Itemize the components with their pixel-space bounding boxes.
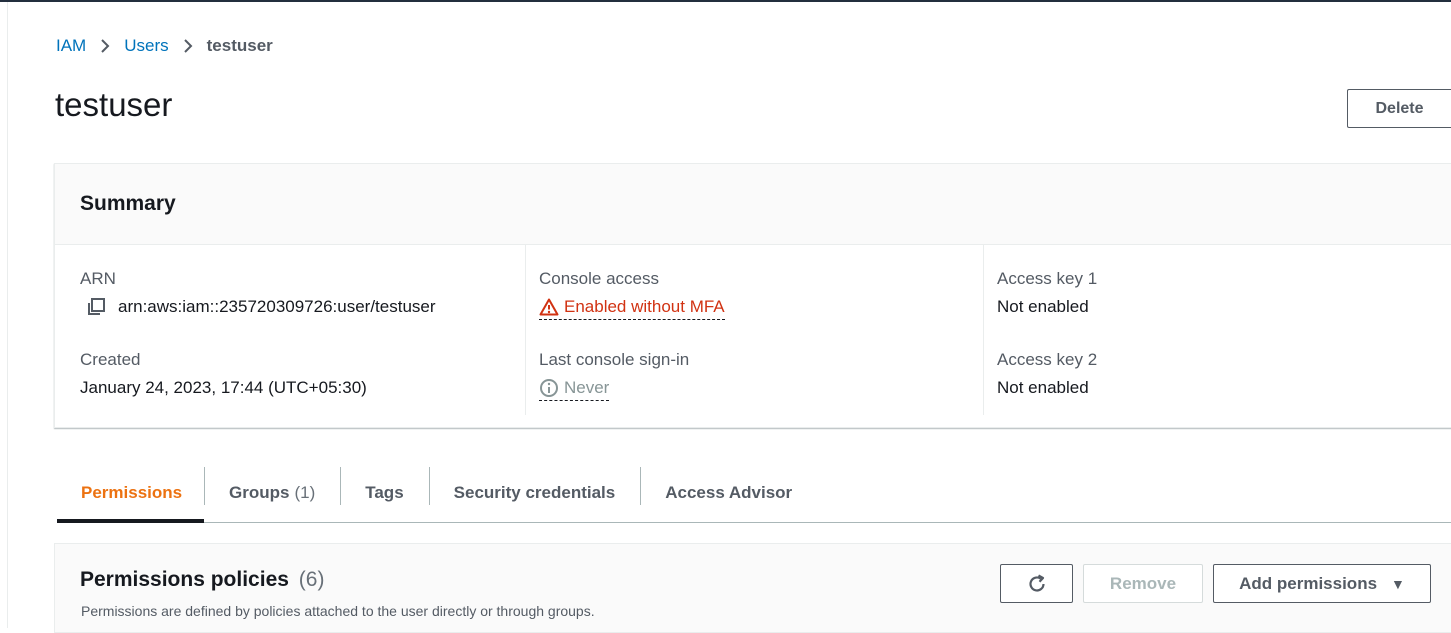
remove-button[interactable]: Remove <box>1083 564 1203 603</box>
caret-down-icon: ▼ <box>1391 575 1405 592</box>
breadcrumb-iam-link[interactable]: IAM <box>56 36 86 56</box>
arn-label: ARN <box>80 269 116 288</box>
console-access-row: Enabled without MFA <box>539 297 725 320</box>
tab-groups[interactable]: Groups (1) <box>204 463 340 522</box>
chevron-right-icon <box>183 38 193 54</box>
breadcrumb: IAM Users testuser <box>56 36 273 56</box>
tab-label: Tags <box>365 482 404 502</box>
add-permissions-label: Add permissions <box>1239 573 1378 593</box>
chevron-right-icon <box>100 38 110 54</box>
console-access-label: Console access <box>539 269 660 288</box>
created-value: January 24, 2023, 17:44 (UTC+05:30) <box>80 378 367 397</box>
side-rail <box>0 2 8 628</box>
summary-column-console: Console access Enabled without MFA Last … <box>525 245 983 415</box>
tab-tags[interactable]: Tags <box>340 463 428 522</box>
summary-title: Summary <box>80 192 176 215</box>
access-key1-label: Access key 1 <box>997 269 1098 288</box>
delete-button[interactable]: Delete <box>1347 89 1451 128</box>
warning-icon <box>539 298 559 316</box>
last-signin-status-link[interactable]: Never <box>539 378 610 401</box>
tab-count: (1) <box>294 482 316 502</box>
policies-title: Permissions policies (6) <box>80 568 324 592</box>
access-key2-label: Access key 2 <box>997 350 1098 369</box>
policies-description: Permissions are defined by policies atta… <box>81 603 595 619</box>
permissions-policies-panel: Permissions policies (6) Permissions are… <box>54 543 1451 633</box>
summary-header: Summary <box>55 164 1451 245</box>
tab-access-advisor[interactable]: Access Advisor <box>640 463 817 522</box>
tab-label: Permissions <box>81 482 183 502</box>
tab-permissions[interactable]: Permissions <box>57 463 204 523</box>
refresh-button[interactable] <box>1000 564 1073 603</box>
summary-column-access-keys: Access key 1 Not enabled Access key 2 No… <box>983 245 1443 415</box>
add-permissions-button[interactable]: Add permissions ▼ <box>1213 564 1431 603</box>
created-label: Created <box>80 350 141 369</box>
policies-title-text: Permissions policies <box>80 568 289 591</box>
copy-icon[interactable] <box>86 297 106 317</box>
breadcrumb-users-link[interactable]: Users <box>124 36 168 56</box>
access-key2-value: Not enabled <box>997 378 1089 397</box>
console-access-value: Enabled without MFA <box>564 297 725 316</box>
summary-column-identity: ARN arn:aws:iam::235720309726:user/testu… <box>80 245 525 415</box>
tab-label: Access Advisor <box>665 482 793 502</box>
tab-label: Security credentials <box>453 482 616 502</box>
last-signin-value: Never <box>564 378 610 397</box>
arn-value: arn:aws:iam::235720309726:user/testuser <box>118 297 436 316</box>
info-icon <box>539 378 559 398</box>
page-title: testuser <box>55 86 173 123</box>
refresh-icon <box>1026 573 1048 595</box>
access-key1-value: Not enabled <box>997 297 1089 316</box>
policies-count: (6) <box>298 568 325 591</box>
user-tabs: Permissions Groups (1) Tags Security cre… <box>57 463 1451 523</box>
summary-body: ARN arn:aws:iam::235720309726:user/testu… <box>55 245 1451 428</box>
arn-value-row: arn:aws:iam::235720309726:user/testuser <box>80 297 436 317</box>
tab-security-credentials[interactable]: Security credentials <box>428 463 641 522</box>
top-border <box>0 0 1451 2</box>
breadcrumb-current: testuser <box>206 36 273 55</box>
last-signin-row: Never <box>539 378 610 401</box>
summary-panel: Summary ARN arn:aws:iam::235720309726:us… <box>54 163 1451 428</box>
last-signin-label: Last console sign-in <box>539 350 690 369</box>
console-access-status-link[interactable]: Enabled without MFA <box>539 297 725 320</box>
tab-label: Groups <box>229 482 290 502</box>
